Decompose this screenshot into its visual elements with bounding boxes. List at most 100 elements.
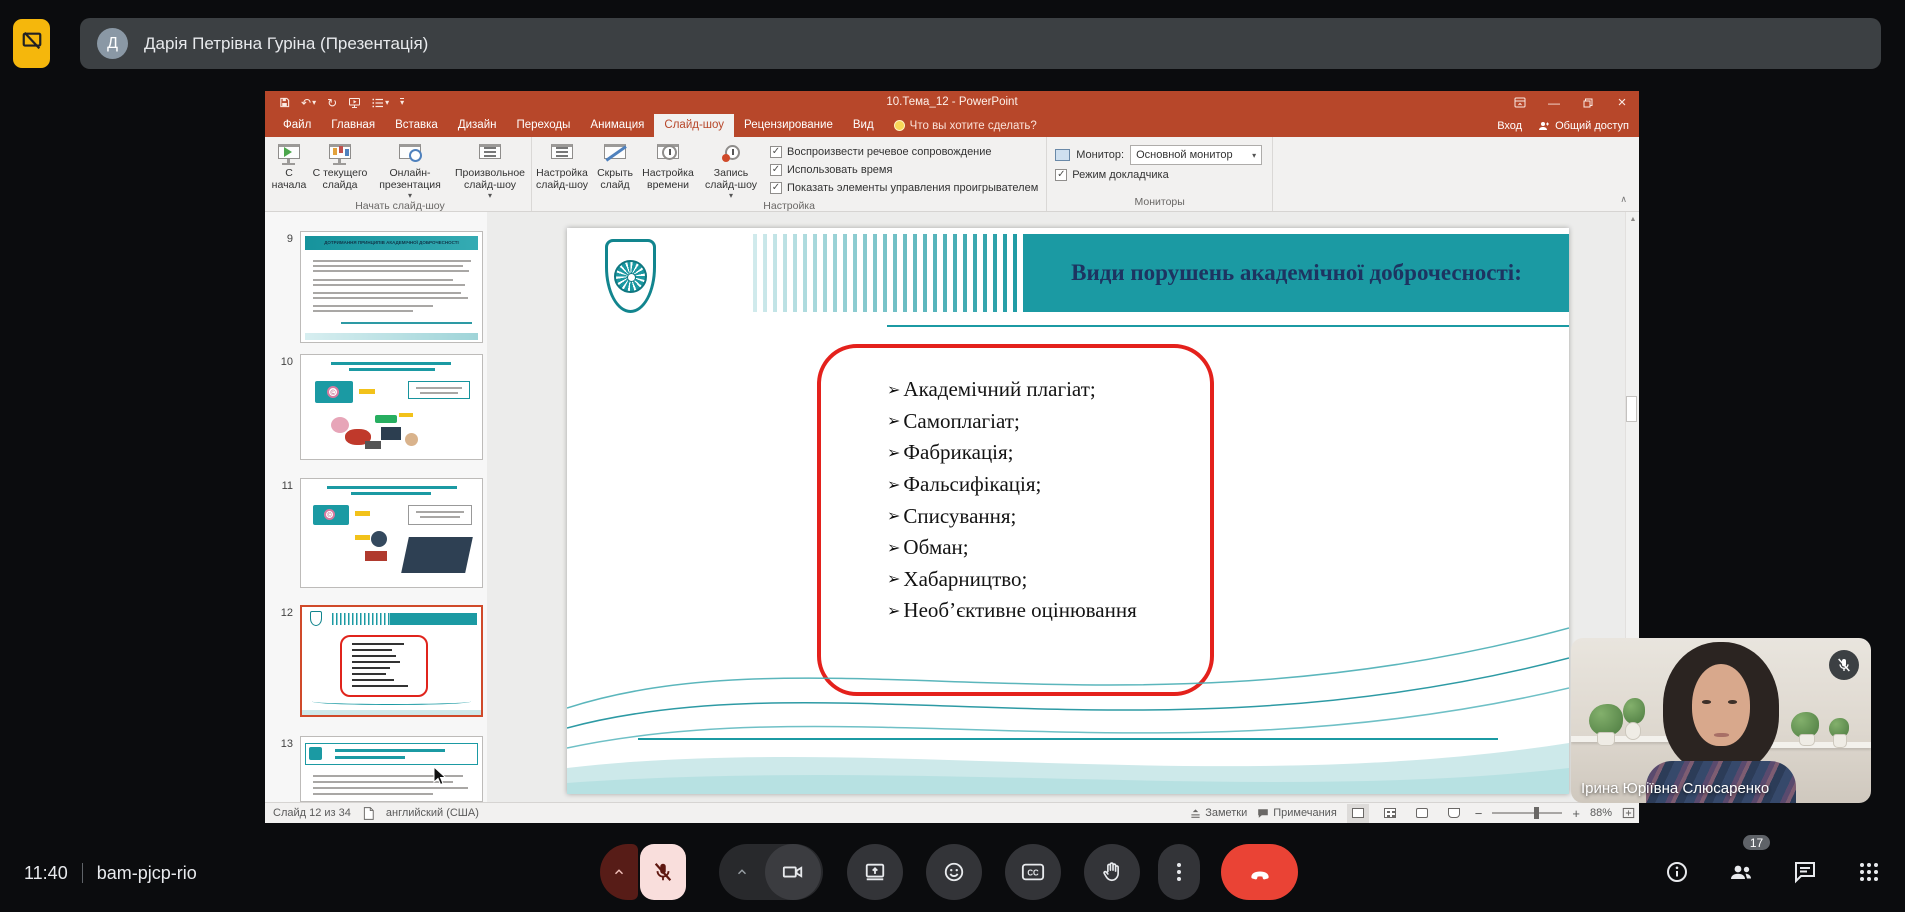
- call-end-icon: [1247, 859, 1273, 885]
- language-indicator[interactable]: английский (США): [386, 807, 479, 819]
- group-monitors: Монитор: Основной монитор ▾ ✓ Режим докл…: [1047, 137, 1273, 211]
- university-logo: [605, 239, 656, 313]
- bullet-item: ➢Списування;: [887, 500, 1137, 532]
- thumbnail-slide-13[interactable]: [300, 736, 483, 802]
- tab-review[interactable]: Рецензирование: [734, 114, 843, 137]
- fit-to-window-icon[interactable]: [1622, 807, 1635, 819]
- arrow-bullet-icon: ➢: [887, 475, 900, 495]
- signin-link[interactable]: Вход: [1497, 120, 1522, 132]
- window-title: 10.Тема_12 - PowerPoint: [265, 91, 1639, 114]
- view-slideshow-button[interactable]: [1443, 804, 1465, 823]
- presenting-status-chip[interactable]: [13, 19, 50, 68]
- restore-button[interactable]: [1571, 91, 1605, 114]
- group-label: Мониторы: [1047, 196, 1272, 211]
- camera-toggle-button[interactable]: [765, 844, 821, 900]
- present-online-icon: [396, 142, 424, 166]
- slideshow-start-icon: [275, 142, 303, 166]
- participants-button[interactable]: [1727, 858, 1755, 886]
- thumb-number: 11: [275, 480, 293, 492]
- view-slide-sorter-button[interactable]: [1379, 804, 1401, 823]
- collapse-ribbon-icon[interactable]: ∧: [1620, 194, 1627, 205]
- tab-insert[interactable]: Вставка: [385, 114, 448, 137]
- thumb-number: 12: [275, 607, 293, 619]
- zoom-in-button[interactable]: +: [1572, 806, 1580, 821]
- participant-video-tile[interactable]: Ірина Юріївна Слюсаренко: [1571, 638, 1871, 803]
- share-button[interactable]: Общий доступ: [1538, 120, 1629, 132]
- group-start-slideshow: С начала С текущего слайда Онлайн-презен…: [269, 137, 532, 211]
- decorative-waves: [567, 558, 1569, 794]
- meeting-details-button[interactable]: [1663, 858, 1691, 886]
- chat-button[interactable]: [1791, 858, 1819, 886]
- ribbon-display-options-icon[interactable]: [1503, 91, 1537, 114]
- thumbnail-slide-10[interactable]: ©: [300, 354, 483, 460]
- mic-off-icon: [1836, 657, 1852, 673]
- notes-page-icon[interactable]: [363, 807, 374, 820]
- account-area: Вход Общий доступ: [1497, 114, 1629, 137]
- monitor-select[interactable]: Основной монитор ▾: [1130, 145, 1262, 165]
- custom-slideshow-icon: [476, 142, 504, 166]
- person-add-icon: [1538, 120, 1550, 132]
- from-beginning-button[interactable]: С начала: [269, 140, 309, 192]
- thumbnail-slide-9[interactable]: ДОТРИМАННЯ ПРИНЦИПІВ АКАДЕМІЧНОЇ ДОБРОЧЕ…: [300, 231, 483, 343]
- clock: 11:40: [24, 863, 68, 884]
- tab-design[interactable]: Дизайн: [448, 114, 507, 137]
- tab-animations[interactable]: Анимация: [580, 114, 654, 137]
- captions-button[interactable]: CC: [1005, 844, 1061, 900]
- scrollbar-thumb[interactable]: [1626, 396, 1637, 422]
- tell-me-tab[interactable]: Что вы хотите сделать?: [884, 114, 1047, 137]
- captions-icon: CC: [1021, 861, 1045, 883]
- tab-slideshow[interactable]: Слайд-шоу: [654, 114, 734, 137]
- thumbnail-slide-12[interactable]: [300, 605, 483, 717]
- current-slide-canvas: Види порушень академічної доброчесності:…: [567, 228, 1569, 794]
- activities-button[interactable]: [1855, 858, 1883, 886]
- divider: [82, 863, 83, 883]
- bullet-item: ➢Фабрикація;: [887, 437, 1137, 469]
- present-screen-icon: [864, 861, 886, 883]
- tab-file[interactable]: Файл: [273, 114, 321, 137]
- close-button[interactable]: ×: [1605, 91, 1639, 114]
- rehearse-timings-button[interactable]: Настройка времени: [638, 140, 698, 192]
- zoom-slider-thumb[interactable]: [1534, 807, 1539, 819]
- mic-toggle-button[interactable]: [640, 844, 686, 900]
- end-call-button[interactable]: [1221, 844, 1298, 900]
- raise-hand-button[interactable]: [1084, 844, 1140, 900]
- hide-slide-button[interactable]: Скрыть слайд: [592, 140, 638, 192]
- more-options-button[interactable]: [1158, 844, 1200, 900]
- zoom-out-button[interactable]: −: [1475, 806, 1483, 821]
- more-vert-icon: [1171, 862, 1187, 882]
- setup-slideshow-button[interactable]: Настройка слайд-шоу: [532, 140, 592, 192]
- mic-options-button[interactable]: [600, 844, 638, 900]
- checkbox-play-narrations[interactable]: ✓ Воспроизвести речевое сопровождение: [770, 143, 1038, 161]
- tab-home[interactable]: Главная: [321, 114, 385, 137]
- tab-view[interactable]: Вид: [843, 114, 884, 137]
- thumbnail-slide-11[interactable]: ©: [300, 478, 483, 588]
- ppt-status-bar: Слайд 12 из 34 английский (США) Заметки …: [265, 802, 1639, 823]
- comments-toggle[interactable]: Примечания: [1257, 807, 1337, 819]
- camera-options-button[interactable]: [719, 865, 765, 879]
- presentation-banner[interactable]: Д Дарія Петрівна Гуріна (Презентація): [80, 18, 1881, 69]
- notes-toggle[interactable]: Заметки: [1190, 807, 1247, 819]
- mouse-cursor: [433, 766, 447, 786]
- zoom-level[interactable]: 88%: [1590, 807, 1612, 819]
- record-slideshow-button[interactable]: Запись слайд-шоу▾: [698, 140, 764, 200]
- view-reading-button[interactable]: [1411, 804, 1433, 823]
- people-icon: [1728, 860, 1754, 884]
- view-normal-button[interactable]: [1347, 804, 1369, 823]
- slide-title-banner: Види порушень академічної доброчесності:: [1024, 234, 1569, 312]
- custom-slideshow-button[interactable]: Произвольное слайд-шоу▾: [449, 140, 531, 200]
- zoom-slider[interactable]: [1492, 812, 1562, 814]
- checkbox-show-media-controls[interactable]: ✓ Показать элементы управления проигрыва…: [770, 179, 1038, 197]
- minimize-button[interactable]: —: [1537, 91, 1571, 114]
- reactions-button[interactable]: [926, 844, 982, 900]
- bullet-item: ➢Академічний плагіат;: [887, 374, 1137, 406]
- from-current-slide-button[interactable]: С текущего слайда: [309, 140, 371, 192]
- monitor-icon: [1055, 149, 1070, 161]
- checkbox-presenter-view[interactable]: ✓ Режим докладчика: [1055, 166, 1262, 184]
- arrow-bullet-icon: ➢: [887, 538, 900, 558]
- scroll-up-icon[interactable]: ▲: [1626, 216, 1640, 223]
- present-online-button[interactable]: Онлайн-презентация▾: [371, 140, 449, 200]
- tab-transitions[interactable]: Переходы: [506, 114, 580, 137]
- present-button[interactable]: [847, 844, 903, 900]
- apps-grid-icon: [1857, 860, 1881, 884]
- checkbox-use-timings[interactable]: ✓ Использовать время: [770, 161, 1038, 179]
